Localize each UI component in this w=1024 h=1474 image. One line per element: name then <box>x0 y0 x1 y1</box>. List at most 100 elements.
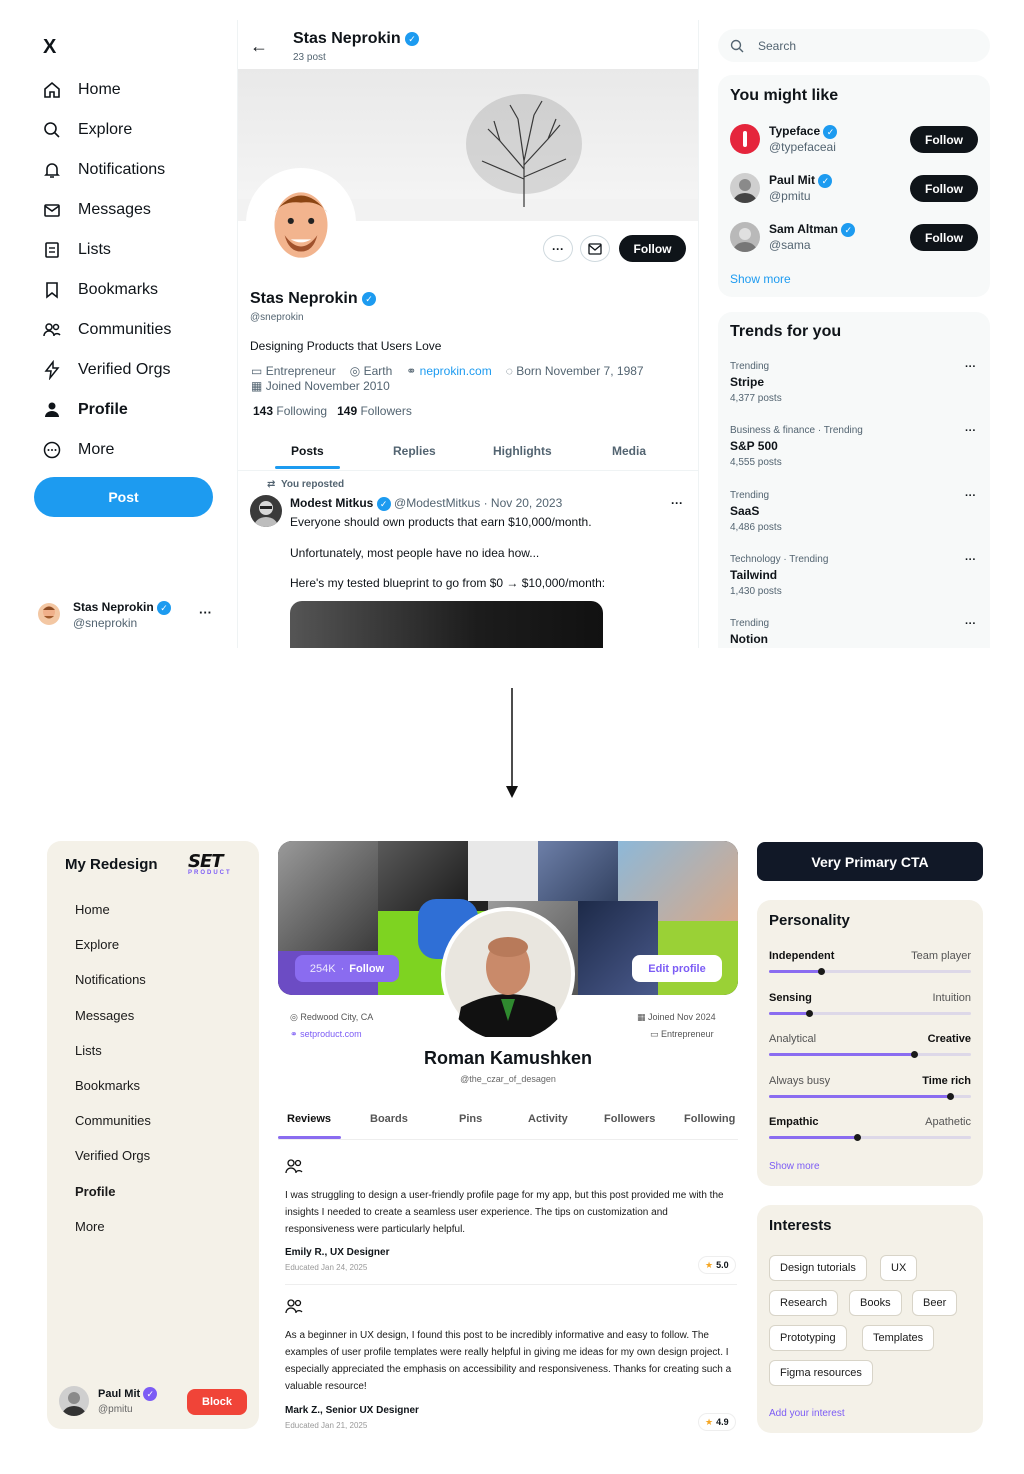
account-more-icon[interactable]: ··· <box>199 605 212 620</box>
interest-chip[interactable]: Templates <box>862 1325 935 1351</box>
trait-slider-knob[interactable] <box>910 1051 918 1058</box>
follow-pill-button[interactable]: 254K · Follow <box>295 955 399 982</box>
x-logo[interactable]: X <box>43 36 56 59</box>
show-more-link[interactable]: Show more <box>730 272 791 286</box>
interest-chip[interactable]: Design tutorials <box>769 1255 867 1281</box>
follow-button[interactable]: Follow <box>910 224 978 251</box>
avatar[interactable] <box>38 603 60 625</box>
account-handle: @pmitu <box>98 1404 133 1415</box>
interest-chip[interactable]: Prototyping <box>769 1325 847 1351</box>
primary-cta-button[interactable]: Very Primary CTA <box>757 842 983 881</box>
tab-media[interactable]: Media <box>612 444 646 458</box>
sidebar-item-more[interactable]: More <box>42 440 114 460</box>
trend-item[interactable]: Technology · Trending Tailwind 1,430 pos… <box>730 554 978 597</box>
trait-slider-knob[interactable] <box>818 968 826 975</box>
trend-more-icon[interactable]: ··· <box>965 490 976 502</box>
follow-button[interactable]: Follow <box>910 175 978 202</box>
back-arrow-icon[interactable]: ← <box>250 36 268 57</box>
sidebar-item-messages[interactable]: Messages <box>75 1008 134 1023</box>
trend-item[interactable]: Trending Stripe 4,377 posts ··· <box>730 361 978 404</box>
divider <box>238 470 698 471</box>
sidebar-item-lists[interactable]: Lists <box>75 1043 102 1058</box>
interest-chip[interactable]: UX <box>880 1255 918 1281</box>
tab-boards[interactable]: Boards <box>370 1113 408 1125</box>
website-link[interactable]: ⚭ setproduct.com <box>290 1029 362 1040</box>
trend-item[interactable]: Business & finance · Trending S&P 500 4,… <box>730 425 978 468</box>
tab-highlights[interactable]: Highlights <box>493 444 552 458</box>
bookmark-icon <box>46 282 58 299</box>
sidebar-item-explore[interactable]: Explore <box>75 937 119 952</box>
sidebar-item-home[interactable]: Home <box>42 80 121 100</box>
trait-slider-knob[interactable] <box>947 1092 955 1100</box>
divider <box>285 1284 737 1285</box>
post-button[interactable]: Post <box>34 477 213 517</box>
interest-chip[interactable]: Research <box>769 1290 839 1316</box>
message-button[interactable] <box>580 235 610 262</box>
edit-profile-button[interactable]: Edit profile <box>632 955 722 982</box>
sidebar-item-verified-orgs[interactable]: Verified Orgs <box>75 1148 150 1163</box>
interest-chip[interactable]: Beer <box>912 1290 958 1316</box>
sidebar-item-lists[interactable]: Lists <box>42 240 111 260</box>
trait-right-label: Time rich <box>922 1074 971 1087</box>
sidebar-item-communities[interactable]: Communities <box>75 1113 151 1128</box>
sidebar-title: My Redesign <box>65 856 158 873</box>
sidebar-item-home[interactable]: Home <box>75 902 110 917</box>
show-more-link[interactable]: Show more <box>769 1161 820 1172</box>
interest-chip[interactable]: Books <box>849 1290 902 1316</box>
post-author-avatar[interactable] <box>250 495 282 527</box>
sidebar-item-notifications[interactable]: Notifications <box>42 160 165 180</box>
trend-more-icon[interactable]: ··· <box>965 425 976 437</box>
trait-left-label: Sensing <box>769 991 812 1004</box>
trend-more-icon[interactable]: ··· <box>965 361 976 373</box>
sidebar-item-explore[interactable]: Explore <box>42 120 132 140</box>
trend-item[interactable]: Trending SaaS 4,486 posts ··· <box>730 490 978 533</box>
search-bar[interactable]: Search <box>718 29 990 62</box>
header-name: Stas Neprokin ✓ <box>293 30 420 48</box>
down-arrow-icon <box>506 688 518 798</box>
tab-replies[interactable]: Replies <box>393 444 436 458</box>
suggestion-avatar[interactable] <box>730 173 760 203</box>
interest-chip[interactable]: Figma resources <box>769 1360 873 1386</box>
sidebar-item-label: Bookmarks <box>78 281 159 298</box>
sidebar-item-messages[interactable]: Messages <box>42 200 151 220</box>
suggestion-avatar[interactable] <box>730 222 760 252</box>
sidebar-item-notifications[interactable]: Notifications <box>75 972 146 987</box>
account-avatar[interactable] <box>59 1386 89 1416</box>
website-item[interactable]: ⚭ neprokin.com <box>406 364 491 378</box>
trend-more-icon[interactable]: ··· <box>965 618 976 630</box>
sidebar-item-communities[interactable]: Communities <box>42 320 171 340</box>
post-more-icon[interactable]: ··· <box>671 496 683 510</box>
sidebar-item-verified-orgs[interactable]: Verified Orgs <box>42 360 170 380</box>
sidebar-item-profile[interactable]: Profile <box>75 1184 115 1199</box>
tab-posts[interactable]: Posts <box>291 444 324 458</box>
tab-reviews[interactable]: Reviews <box>287 1113 331 1125</box>
sidebar-item-label: More <box>78 441 115 458</box>
post-media[interactable] <box>290 601 603 648</box>
account-name: Stas Neprokin ✓ <box>73 600 172 615</box>
trait-slider-knob[interactable] <box>805 1009 813 1017</box>
bolt-icon <box>44 360 60 380</box>
tab-activity[interactable]: Activity <box>528 1113 568 1125</box>
sidebar-item-bookmarks[interactable]: Bookmarks <box>75 1078 140 1093</box>
location-icon: ◎ <box>290 1012 298 1022</box>
tab-following[interactable]: Following <box>684 1113 735 1125</box>
more-options-button[interactable]: ··· <box>543 235 573 262</box>
follow-button[interactable]: Follow <box>910 126 978 153</box>
sidebar-item-more[interactable]: More <box>75 1219 105 1234</box>
profile-avatar[interactable] <box>246 168 356 278</box>
add-interest-link[interactable]: Add your interest <box>769 1408 845 1419</box>
location-icon: ◎ <box>349 364 361 378</box>
block-button[interactable]: Block <box>187 1389 247 1415</box>
sidebar-item-profile[interactable]: Profile <box>42 400 128 420</box>
trend-item[interactable]: Trending Notion ··· <box>730 618 978 646</box>
follow-button[interactable]: Follow <box>619 235 686 262</box>
trait-right-label: Intuition <box>932 991 971 1004</box>
sidebar-item-bookmarks[interactable]: Bookmarks <box>42 280 158 300</box>
link-icon: ⚭ <box>406 364 417 378</box>
follow-counts[interactable]: 143 Following 149 Followers <box>253 404 412 418</box>
suggestion-avatar[interactable] <box>730 124 760 154</box>
trend-more-icon[interactable]: ··· <box>965 554 976 566</box>
tab-pins[interactable]: Pins <box>459 1113 482 1125</box>
profile-avatar[interactable] <box>441 907 575 1041</box>
tab-followers[interactable]: Followers <box>604 1113 655 1125</box>
